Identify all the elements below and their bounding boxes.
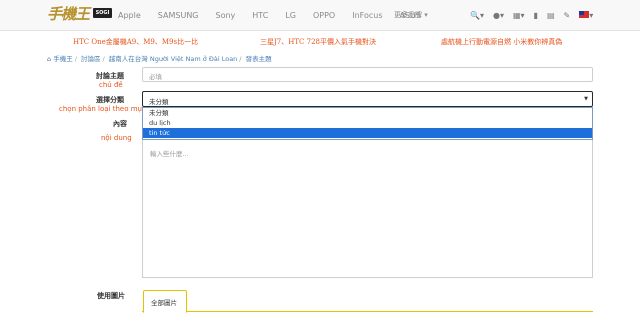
category-annotation: chọn phân loại theo mục xyxy=(59,105,146,113)
category-label: 選擇分類 xyxy=(96,96,124,104)
chevron-down-icon: ▼ xyxy=(584,96,588,102)
subject-annotation: chủ đề xyxy=(99,81,123,89)
promo-link-3[interactable]: 處航機上行動電源自燃 小米教你辨真偽 xyxy=(441,37,562,47)
bookmark-icon[interactable]: ▤ xyxy=(547,11,555,20)
chat-icon[interactable]: ▮ xyxy=(534,11,538,20)
breadcrumb-item-forum[interactable]: 討論區 xyxy=(81,55,101,63)
subject-label: 討論主題 xyxy=(96,72,124,80)
nav-brand-oppo[interactable]: OPPO xyxy=(313,11,335,20)
content-textarea[interactable] xyxy=(142,140,593,278)
category-option-uncategorized[interactable]: 未分類 xyxy=(143,108,592,118)
nav-brand-apple[interactable]: Apple xyxy=(118,11,141,20)
user-icon[interactable]: ●▾ xyxy=(493,11,504,20)
edit-icon[interactable]: ✎ xyxy=(564,11,571,20)
images-label: 使用圖片 xyxy=(97,292,125,300)
category-selected-value: 未分類 xyxy=(149,98,169,106)
nav-brand-lg[interactable]: LG xyxy=(285,11,296,20)
tab-all-images[interactable]: 全部圖片 xyxy=(143,290,187,313)
content-annotation: nội dung xyxy=(101,134,132,142)
promo-link-2[interactable]: 三星J7、HTC 728平價入氣手機對決 xyxy=(260,37,376,47)
nav-icons: 🔍▾ ●▾ ▦▾ ▮ ▤ ✎ ▾ xyxy=(470,0,602,31)
search-icon[interactable]: 🔍▾ xyxy=(470,11,484,20)
top-navbar: 手機王 SOGI Apple SAMSUNG Sony HTC LG OPPO … xyxy=(0,0,640,31)
nav-brand-samsung[interactable]: SAMSUNG xyxy=(158,11,199,20)
home-icon[interactable]: ⌂ xyxy=(47,55,51,63)
subject-placeholder: 必填 xyxy=(149,73,162,81)
category-select[interactable]: 未分類 ▼ xyxy=(142,91,593,107)
nav-brand-infocus[interactable]: InFocus xyxy=(352,11,382,20)
image-tabs: 全部圖片 xyxy=(142,290,593,313)
grid-icon[interactable]: ▦▾ xyxy=(513,11,525,20)
site-logo[interactable]: 手機王 SOGI xyxy=(47,3,112,27)
more-brands-dropdown[interactable]: 更多品牌 ▾ xyxy=(394,10,428,20)
language-flag-icon[interactable]: ▾ xyxy=(579,11,593,20)
category-option-travel[interactable]: du lịch xyxy=(143,118,592,128)
content-placeholder: 輸入些什麼... xyxy=(150,150,189,158)
promo-link-1[interactable]: HTC One金屬機A9、M9、M9s比一比 xyxy=(73,37,198,47)
logo-badge: SOGI xyxy=(93,8,112,18)
breadcrumb-item-home[interactable]: 手機王 xyxy=(53,55,73,63)
brand-menu: Apple SAMSUNG Sony HTC LG OPPO InFocus A… xyxy=(118,0,438,31)
nav-brand-sony[interactable]: Sony xyxy=(216,11,236,20)
content-label: 內容 xyxy=(113,120,127,128)
breadcrumb-item-current: 發表主題 xyxy=(245,55,272,63)
subject-input[interactable]: 必填 xyxy=(142,67,593,82)
logo-text: 手機王 xyxy=(47,5,90,23)
nav-brand-htc[interactable]: HTC xyxy=(252,11,268,20)
breadcrumb-item-board[interactable]: 越南人在台灣 Người Việt Nam ở Đài Loan xyxy=(109,55,238,63)
category-dropdown-list: 未分類 du lịch tin tức xyxy=(142,107,593,140)
breadcrumb: ⌂ 手機王 / 討論區 / 越南人在台灣 Người Việt Nam ở Đài … xyxy=(47,55,272,63)
category-option-news[interactable]: tin tức xyxy=(143,128,592,138)
